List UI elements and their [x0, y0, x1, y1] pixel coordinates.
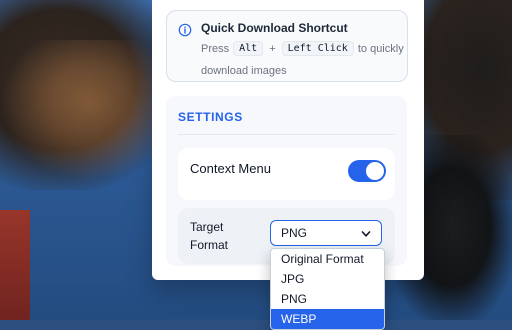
settings-title: SETTINGS: [178, 110, 243, 124]
shortcut-title: Quick Download Shortcut: [201, 21, 348, 35]
settings-divider: [178, 134, 395, 135]
shortcut-instruction-line: Press Alt + Left Click to quickly: [201, 41, 404, 56]
toggle-knob: [366, 162, 384, 180]
shortcut-info-card: Quick Download Shortcut Press Alt + Left…: [166, 10, 408, 82]
context-menu-row: Context Menu: [178, 148, 395, 200]
plus-sign: +: [269, 42, 276, 55]
format-option-jpg[interactable]: JPG: [271, 269, 384, 289]
format-option-original[interactable]: Original Format: [271, 249, 384, 269]
format-option-png[interactable]: PNG: [271, 289, 384, 309]
context-menu-label: Context Menu: [190, 161, 271, 176]
extension-popup-panel: Quick Download Shortcut Press Alt + Left…: [152, 0, 424, 280]
key-left-click: Left Click: [281, 41, 354, 56]
to-quickly-text: to quickly: [357, 42, 404, 55]
bridge-tower: [0, 210, 30, 320]
target-format-select[interactable]: PNG: [270, 220, 382, 246]
shortcut-instruction-line2: download images: [201, 65, 287, 77]
press-text: Press: [201, 42, 230, 55]
target-format-label: Target Format: [190, 220, 229, 252]
context-menu-toggle[interactable]: [348, 160, 386, 182]
settings-section: SETTINGS Context Menu Target Format PNG: [166, 96, 407, 266]
key-alt: Alt: [233, 41, 264, 56]
chevron-down-icon: [361, 231, 371, 237]
target-format-value: PNG: [281, 226, 308, 240]
target-format-dropdown: Original Format JPG PNG WEBP: [270, 248, 385, 330]
format-option-webp[interactable]: WEBP: [271, 309, 384, 329]
info-icon: [178, 23, 192, 37]
